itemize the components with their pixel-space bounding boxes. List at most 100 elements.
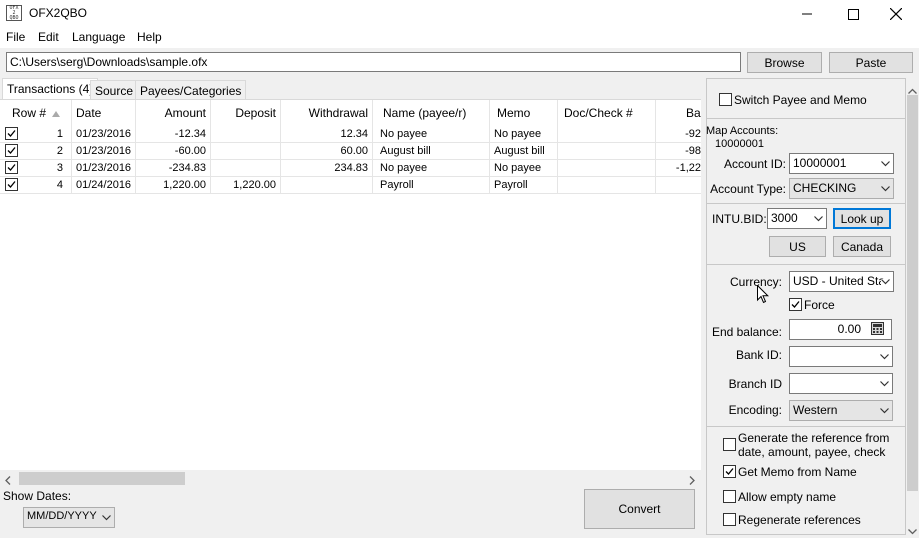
column-header-doc-check[interactable]: Doc/Check # (558, 100, 656, 126)
allow-empty-name-checkbox[interactable] (723, 490, 736, 503)
calculator-icon[interactable] (871, 322, 884, 338)
row-include-checkbox[interactable] (5, 161, 18, 174)
account-type-select[interactable]: CHECKING (789, 178, 894, 199)
file-path-input[interactable] (6, 52, 741, 72)
withdrawal-cell[interactable]: 60.00 (281, 143, 373, 160)
column-header-balance[interactable]: Bal (656, 100, 701, 126)
switch-payee-memo-checkbox[interactable] (719, 93, 732, 106)
vertical-scroll-thumb[interactable] (907, 95, 918, 491)
date-cell[interactable]: 01/23/2016 (72, 143, 136, 160)
payee-cell[interactable]: Payroll (373, 177, 490, 194)
date-cell[interactable]: 01/23/2016 (72, 126, 136, 143)
regenerate-references-checkbox[interactable] (723, 513, 736, 526)
amount-cell[interactable]: 1,220.00 (136, 177, 211, 194)
window-title: OFX2QBO (29, 6, 88, 20)
canada-button[interactable]: Canada (833, 236, 891, 257)
scroll-right-icon[interactable] (689, 474, 695, 488)
currency-select[interactable]: USD - United Sta (789, 271, 894, 292)
convert-button[interactable]: Convert (584, 489, 695, 529)
tab-transactions[interactable]: Transactions (4) (2, 78, 99, 100)
divider (707, 264, 905, 265)
column-header-withdrawal[interactable]: Withdrawal (281, 100, 373, 126)
sort-ascending-icon (52, 111, 61, 117)
memo-cell[interactable]: August bill (490, 143, 558, 160)
memo-cell[interactable]: No payee (490, 160, 558, 177)
amount-cell[interactable]: -234.83 (136, 160, 211, 177)
column-header-date[interactable]: Date (72, 100, 136, 126)
deposit-cell[interactable] (211, 143, 281, 160)
payee-cell[interactable]: No payee (373, 126, 490, 143)
column-header-deposit[interactable]: Deposit (211, 100, 281, 126)
table-row[interactable]: 2 01/23/2016 -60.00 60.00 August bill Au… (0, 143, 701, 160)
payee-cell[interactable]: No payee (373, 160, 490, 177)
balance-cell[interactable] (656, 177, 701, 194)
scroll-down-icon[interactable] (908, 524, 917, 538)
doc-check-cell[interactable] (558, 143, 656, 160)
deposit-cell[interactable] (211, 160, 281, 177)
doc-check-cell[interactable] (558, 160, 656, 177)
tab-source[interactable]: Source (90, 80, 139, 100)
chevron-down-icon (102, 515, 111, 521)
date-cell[interactable]: 01/24/2016 (72, 177, 136, 194)
generate-reference-checkbox[interactable] (723, 438, 736, 451)
row-number: 3 (56, 162, 63, 174)
account-id-select[interactable]: 10000001 (789, 153, 894, 174)
memo-cell[interactable]: Payroll (490, 177, 558, 194)
force-checkbox[interactable] (789, 298, 802, 311)
paste-button[interactable]: Paste (829, 52, 913, 73)
table-row[interactable]: 1 01/23/2016 -12.34 12.34 No payee No pa… (0, 126, 701, 143)
row-include-checkbox[interactable] (5, 178, 18, 191)
date-format-value: MM/DD/YYYY (27, 510, 97, 522)
tab-payees-categories[interactable]: Payees/Categories (135, 80, 247, 100)
row-number-cell: 3 (0, 160, 72, 177)
amount-cell[interactable]: -12.34 (136, 126, 211, 143)
doc-check-cell[interactable] (558, 177, 656, 194)
get-memo-checkbox[interactable] (723, 465, 736, 478)
withdrawal-cell[interactable]: 234.83 (281, 160, 373, 177)
maximize-button[interactable] (830, 0, 876, 28)
column-header-amount[interactable]: Amount (136, 100, 211, 126)
maximize-icon (847, 8, 859, 20)
encoding-select[interactable]: Western (789, 400, 893, 421)
column-header-label: Row # (12, 106, 47, 120)
date-format-select[interactable]: MM/DD/YYYY (23, 507, 115, 528)
row-include-checkbox[interactable] (5, 144, 18, 157)
withdrawal-cell[interactable] (281, 177, 373, 194)
table-row[interactable]: 4 01/24/2016 1,220.00 1,220.00 Payroll P… (0, 177, 701, 194)
memo-cell[interactable]: No payee (490, 126, 558, 143)
lookup-button[interactable]: Look up (833, 208, 891, 229)
intu-bid-select[interactable]: 3000 (767, 208, 827, 229)
amount-cell[interactable]: -60.00 (136, 143, 211, 160)
minimize-button[interactable] (784, 0, 830, 28)
menu-edit[interactable]: Edit (36, 30, 61, 44)
deposit-cell[interactable] (211, 126, 281, 143)
menu-help[interactable]: Help (135, 30, 164, 44)
column-header-memo[interactable]: Memo (490, 100, 558, 126)
deposit-cell[interactable]: 1,220.00 (211, 177, 281, 194)
column-header-row[interactable]: Row # (0, 100, 72, 126)
get-memo-label: Get Memo from Name (738, 465, 857, 479)
intu-bid-label: INTU.BID: (712, 212, 767, 226)
scroll-left-icon[interactable] (5, 474, 11, 488)
table-row[interactable]: 3 01/23/2016 -234.83 234.83 No payee No … (0, 160, 701, 177)
branch-id-select[interactable] (789, 373, 893, 394)
close-button[interactable] (873, 0, 919, 28)
balance-cell[interactable]: -98 (656, 143, 701, 160)
bank-id-select[interactable] (789, 346, 893, 367)
balance-cell[interactable]: -92 (656, 126, 701, 143)
menu-file[interactable]: File (4, 30, 27, 44)
us-button[interactable]: US (769, 236, 826, 257)
doc-check-cell[interactable] (558, 126, 656, 143)
browse-button[interactable]: Browse (747, 52, 822, 73)
horizontal-scroll-thumb[interactable] (19, 472, 185, 485)
column-header-name[interactable]: Name (payee/r) (373, 100, 490, 126)
row-include-checkbox[interactable] (5, 127, 18, 140)
app-icon: OFX 2 QBO (6, 5, 22, 21)
menu-language[interactable]: Language (70, 30, 127, 44)
transactions-grid[interactable]: Row # Date Amount Deposit Withdrawal Nam… (0, 99, 701, 470)
withdrawal-cell[interactable]: 12.34 (281, 126, 373, 143)
date-cell[interactable]: 01/23/2016 (72, 160, 136, 177)
chevron-down-icon (881, 186, 890, 192)
balance-cell[interactable]: -1,22 (656, 160, 701, 177)
payee-cell[interactable]: August bill (373, 143, 490, 160)
